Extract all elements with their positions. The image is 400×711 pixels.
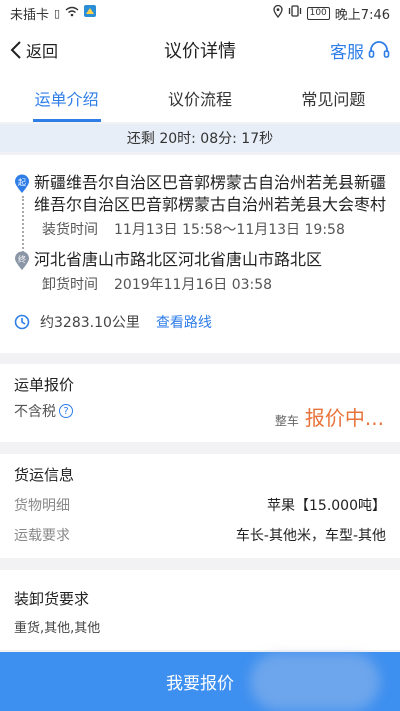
- start-badge: 起: [18, 178, 26, 187]
- quote-title: 运单报价: [14, 376, 75, 394]
- distance-row: 约3283.10公里 查看路线: [14, 312, 386, 332]
- distance-icon: [14, 314, 30, 330]
- chevron-left-icon: [10, 41, 21, 59]
- quote-card: 运单报价 不含税 ? 整车 报价中...: [0, 364, 400, 442]
- location-icon: [272, 4, 283, 22]
- requirement-row: 运载要求 车长-其他米，车型-其他: [14, 525, 386, 545]
- vehicle-type: 整车: [274, 414, 299, 428]
- app-notification-icon: [84, 5, 97, 21]
- sim-icon: ▯: [54, 6, 61, 20]
- status-bar: 未插卡 ▯ 100 晚上7:46: [0, 0, 400, 26]
- end-address: 河北省唐山市路北区河北省唐山市路北区: [34, 250, 323, 269]
- end-badge: 终: [18, 254, 26, 264]
- start-pin-icon: 起: [14, 174, 30, 198]
- back-label: 返回: [26, 42, 59, 61]
- goods-value: 苹果【15.000吨】: [267, 498, 386, 514]
- customer-service-button[interactable]: 客服: [330, 38, 390, 63]
- load-time-value: 11月13日 15:58～11月13日 19:58: [114, 222, 345, 238]
- tab-bar: 运单介绍 议价流程 常见问题: [0, 74, 400, 122]
- price-block: 整车 报价中...: [275, 402, 384, 431]
- battery-icon: 100: [306, 6, 330, 20]
- view-route-link[interactable]: 查看路线: [156, 312, 212, 332]
- loading-card: 装卸货要求 重货,其他,其他: [0, 570, 400, 650]
- tax-label: 不含税: [14, 404, 56, 420]
- vibrate-icon: [288, 5, 302, 21]
- unload-time-row: 卸货时间 2019年11月16日 03:58: [34, 274, 386, 294]
- route-dotted-line: [22, 196, 24, 256]
- start-address: 新疆维吾尔自治区巴音郭楞蒙古自治州若羌县新疆维吾尔自治区巴音郭楞蒙古自治州若羌县…: [34, 173, 387, 214]
- cargo-card: 货运信息 货物明细 苹果【15.000吨】 运载要求 车长-其他米，车型-其他: [0, 454, 400, 558]
- requirement-label: 运载要求: [14, 528, 70, 544]
- clock: 晚上7:46: [334, 7, 390, 23]
- status-left: 未插卡 ▯: [10, 4, 97, 23]
- price-status: 报价中...: [304, 406, 384, 430]
- loading-title: 装卸货要求: [14, 590, 90, 608]
- goods-label: 货物明细: [14, 498, 70, 514]
- tab-faq[interactable]: 常见问题: [267, 74, 400, 122]
- loading-text: 重货,其他,其他: [14, 621, 101, 636]
- nav-header: 返回 议价详情 客服: [0, 26, 400, 74]
- help-icon[interactable]: ?: [59, 404, 73, 418]
- wifi-icon: [65, 6, 79, 20]
- goods-row: 货物明细 苹果【15.000吨】: [14, 495, 386, 515]
- service-label: 客服: [330, 42, 364, 63]
- headset-icon: [368, 41, 390, 58]
- unload-time-value: 2019年11月16日 03:58: [114, 277, 273, 293]
- carrier-text: 未插卡: [10, 7, 50, 23]
- route-card: 起 新疆维吾尔自治区巴音郭楞蒙古自治州若羌县新疆维吾尔自治区巴音郭楞蒙古自治州若…: [0, 155, 400, 353]
- distance-value: 约3283.10公里: [40, 315, 140, 331]
- tab-bargain-process[interactable]: 议价流程: [133, 74, 266, 122]
- unload-time-label: 卸货时间: [42, 277, 98, 293]
- submit-quote-button[interactable]: 我要报价: [0, 652, 400, 711]
- end-stop: 终 河北省唐山市路北区河北省唐山市路北区 卸货时间 2019年11月16日 03…: [14, 249, 386, 294]
- load-time-label: 装货时间: [42, 222, 98, 238]
- watermark-blur: [250, 652, 380, 711]
- submit-quote-label: 我要报价: [166, 674, 234, 694]
- countdown-banner: 还剩 20时: 08分: 17秒: [0, 124, 400, 152]
- cargo-title: 货运信息: [14, 466, 75, 484]
- status-right: 100 晚上7:46: [272, 4, 390, 23]
- start-stop: 起 新疆维吾尔自治区巴音郭楞蒙古自治州若羌县新疆维吾尔自治区巴音郭楞蒙古自治州若…: [14, 172, 387, 256]
- requirement-value: 车长-其他米，车型-其他: [235, 528, 386, 544]
- end-pin-icon: 终: [14, 251, 30, 275]
- load-time-row: 装货时间 11月13日 15:58～11月13日 19:58: [34, 219, 386, 239]
- tab-waybill-intro[interactable]: 运单介绍: [0, 74, 133, 122]
- back-button[interactable]: 返回: [10, 38, 58, 62]
